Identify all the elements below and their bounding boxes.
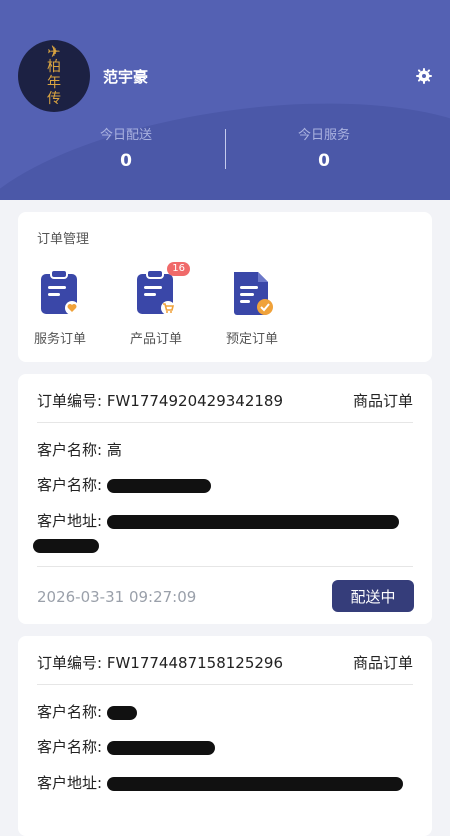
redacted-address-line2	[33, 538, 99, 553]
divider	[37, 684, 413, 685]
customer-name-row: 客户名称:	[37, 701, 413, 722]
customer-address-row: 客户地址:	[37, 510, 413, 531]
customer-phone-label: 客户名称:	[37, 738, 103, 756]
service-orders-button[interactable]: 服务订单	[20, 268, 100, 347]
customer-address-label: 客户地址:	[37, 512, 103, 530]
avatar-char-2: 年	[47, 75, 61, 91]
order-card[interactable]: 订单编号: FW1774920429342189 商品订单 客户名称: 高 客户…	[18, 374, 432, 624]
product-orders-badge: 16	[167, 262, 190, 276]
settings-gear-icon[interactable]	[414, 66, 434, 86]
redacted-address	[106, 514, 399, 529]
stat-label: 今日服务	[297, 128, 350, 143]
customer-name-label: 客户名称:	[37, 441, 103, 459]
username: 范宇豪	[103, 68, 149, 86]
order-card[interactable]: 订单编号: FW1774487158125296 商品订单 客户名称: 客户名称…	[18, 636, 432, 836]
divider	[37, 422, 413, 423]
order-type: 商品订单	[352, 392, 413, 410]
product-orders-button[interactable]: 16 产品订单	[116, 262, 196, 347]
stat-value: 0	[318, 151, 330, 171]
reserved-orders-label: 预定订单	[225, 332, 278, 347]
redacted-phone	[106, 740, 215, 755]
delivery-status-button[interactable]: 配送中	[332, 580, 414, 612]
stat-today-service: 今日服务 0	[224, 124, 424, 171]
order-number: FW1774920429342189	[106, 392, 283, 410]
divider	[37, 566, 413, 567]
service-orders-label: 服务订单	[33, 332, 86, 347]
redacted-name	[106, 705, 137, 720]
redacted-phone	[106, 478, 211, 493]
redacted-address	[106, 776, 403, 791]
customer-phone-label: 客户名称:	[37, 476, 103, 494]
product-orders-label: 产品订单	[129, 332, 182, 347]
customer-address-row: 客户地址:	[37, 772, 413, 793]
clipboard-heart-icon	[38, 268, 82, 318]
avatar-char-3: 传	[47, 91, 61, 107]
stat-label: 今日配送	[99, 128, 152, 143]
customer-name-label: 客户名称:	[37, 703, 103, 721]
section-title: 订单管理	[37, 232, 90, 247]
customer-address-row-continued	[33, 536, 413, 554]
document-check-icon	[230, 268, 274, 318]
stat-value: 0	[120, 151, 132, 171]
customer-phone-row: 客户名称:	[37, 736, 413, 757]
order-management-card: 订单管理 服务订单 16 产品订单 预定订单	[18, 212, 432, 362]
order-number-label: 订单编号:	[37, 392, 103, 410]
customer-address-label: 客户地址:	[37, 774, 103, 792]
clipboard-cart-icon: 16	[134, 262, 190, 318]
order-number-label: 订单编号:	[37, 654, 103, 672]
order-type: 商品订单	[352, 654, 413, 672]
bird-logo-icon: ✈	[47, 42, 61, 61]
customer-name: 高	[106, 441, 122, 459]
stat-today-delivery: 今日配送 0	[26, 124, 226, 171]
avatar-char-1: 柏	[47, 59, 61, 75]
order-number: FW1774487158125296	[106, 654, 283, 672]
reserved-orders-button[interactable]: 预定订单	[212, 268, 292, 347]
customer-phone-row: 客户名称:	[37, 474, 413, 495]
order-date: 2026-03-31 09:27:09	[37, 588, 197, 606]
customer-name-row: 客户名称: 高	[37, 439, 413, 460]
avatar[interactable]: ✈ 柏 年 传	[18, 40, 90, 112]
